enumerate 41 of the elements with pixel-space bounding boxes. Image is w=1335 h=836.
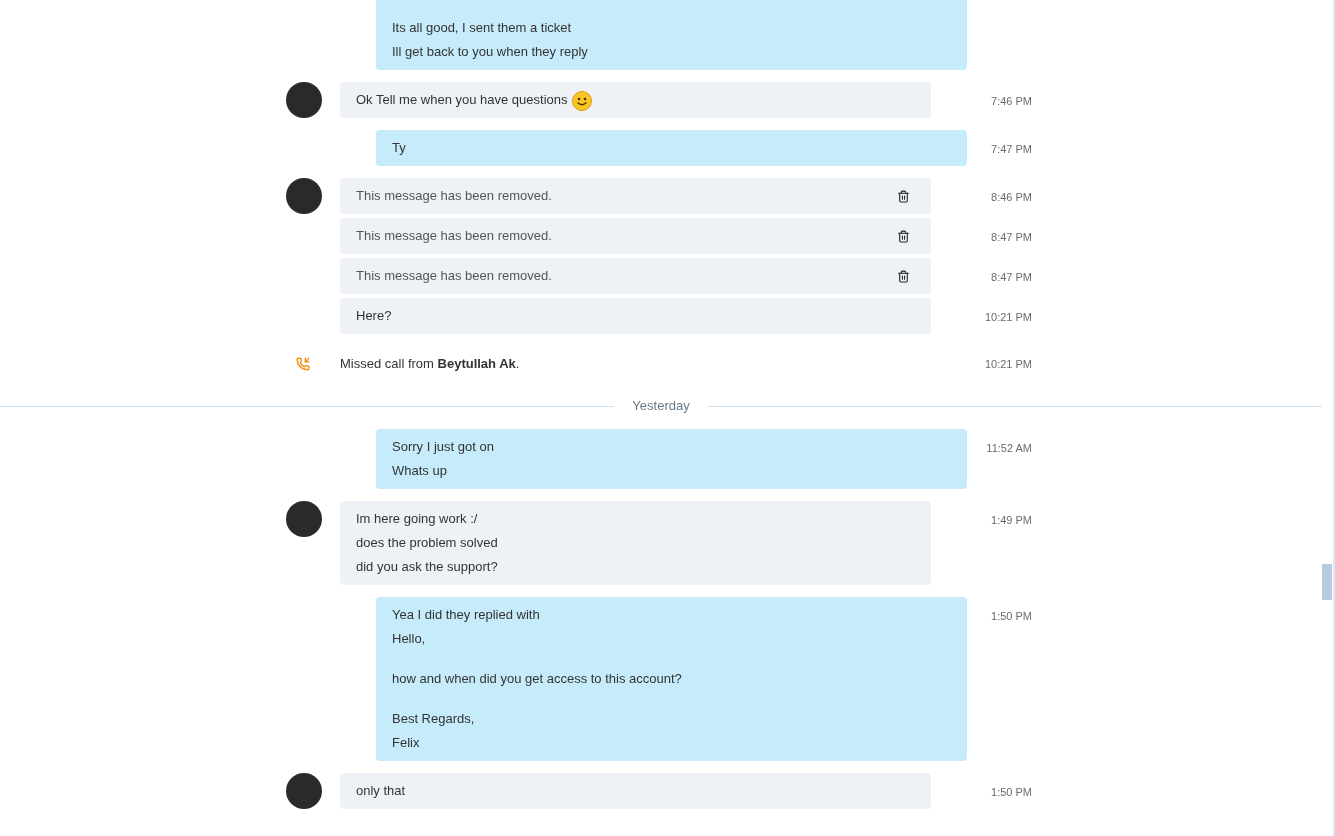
message-text: does the problem solved (356, 535, 498, 550)
trash-icon[interactable] (897, 229, 910, 243)
message-text: Whats up (392, 463, 447, 478)
message-text: Here? (356, 308, 392, 323)
message-time: 10:21 PM (984, 356, 1032, 372)
message-text: Ok Tell me when you have questions (356, 92, 568, 107)
message-text: only that (356, 783, 406, 798)
message-text: Ty (392, 140, 406, 155)
removed-message-bubble: This message has been removed. (340, 178, 931, 214)
scrollbar-thumb[interactable] (1322, 564, 1332, 600)
avatar-photo[interactable] (286, 82, 322, 118)
message-time: 10:21 PM (984, 310, 1032, 325)
removed-message-bubble: This message has been removed. (340, 258, 931, 294)
avatar-photo[interactable] (286, 178, 322, 214)
message-text: did you ask the support? (356, 559, 498, 574)
message-time: 11:52 AM (986, 441, 1032, 456)
message-text: Sorry I just got on (392, 439, 494, 454)
message-text: Hello, (392, 631, 426, 646)
phone-arrow-icon (296, 357, 310, 371)
removed-message-bubble: This message has been removed. (340, 218, 931, 254)
message-time: 7:46 PM (991, 94, 1032, 109)
message-text: Im here going work :/ (356, 511, 478, 526)
message-time: 8:47 PM (991, 270, 1032, 285)
message-text: Its all good, I sent them a ticket (392, 20, 572, 35)
trash-icon[interactable] (897, 269, 910, 283)
message-text: Yea I did they replied with (392, 607, 540, 622)
message-text: Felix (392, 735, 420, 750)
message-time: 1:49 PM (991, 513, 1032, 528)
missed-call-text: Missed call from Beytullah Ak. (340, 356, 520, 372)
message-text: Ill get back to you when they reply (392, 44, 588, 59)
message-time: 1:50 PM (991, 609, 1032, 624)
trash-icon[interactable] (897, 189, 910, 203)
message-time: 8:47 PM (991, 230, 1032, 245)
message-time: 1:50 PM (991, 785, 1032, 800)
avatar-photo[interactable] (286, 501, 322, 537)
date-divider-label: Yesterday (631, 397, 691, 416)
message-time: 8:46 PM (991, 190, 1032, 205)
avatar-photo[interactable] (286, 773, 322, 809)
message-text: Best Regards, (392, 711, 475, 726)
message-time: 7:47 PM (991, 142, 1032, 157)
message-text: how and when did you get access to this account? (392, 671, 682, 686)
